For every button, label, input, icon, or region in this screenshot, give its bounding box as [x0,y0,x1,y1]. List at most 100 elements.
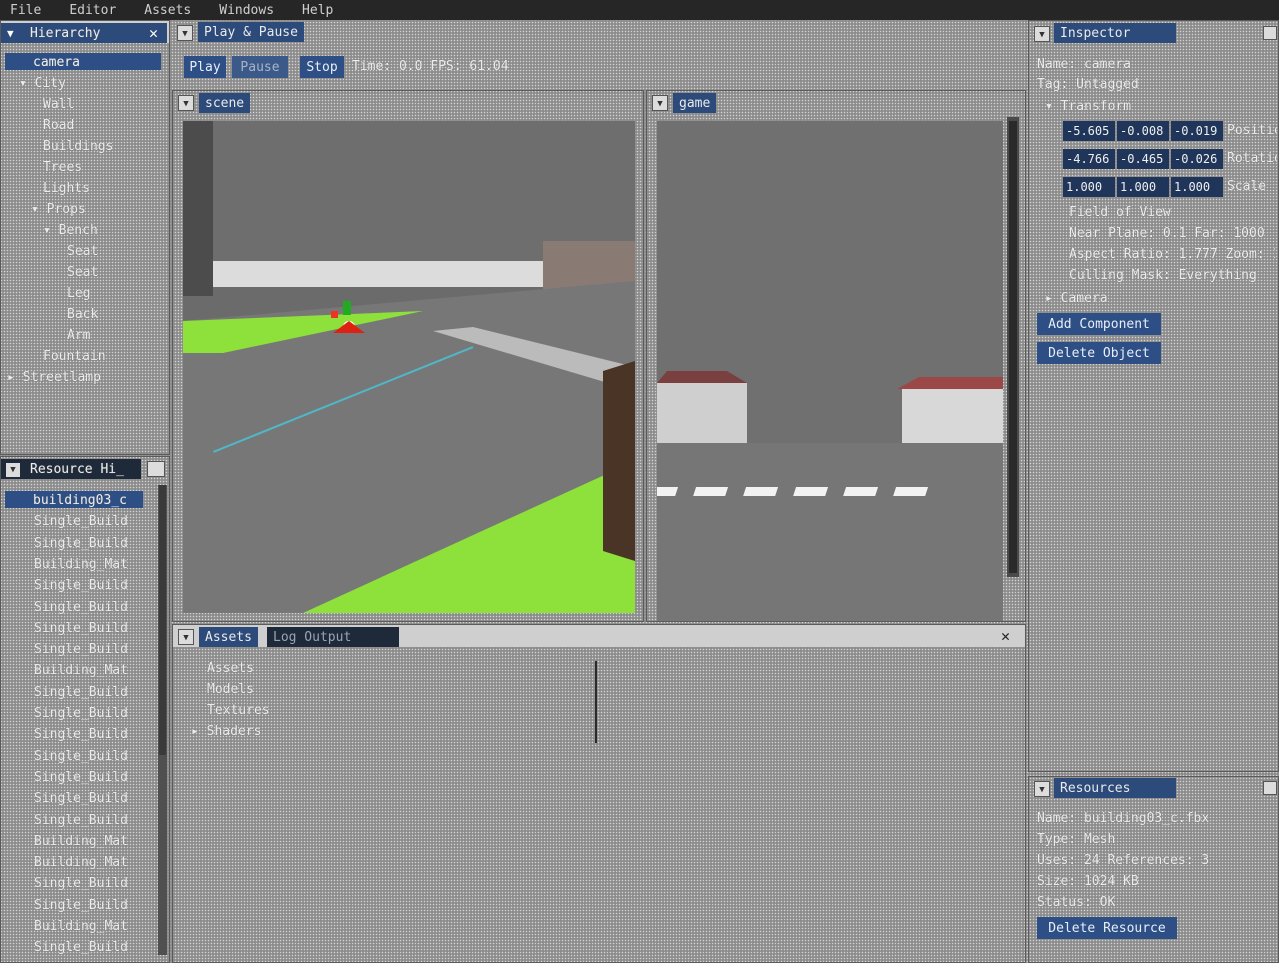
scene-viewport[interactable] [183,121,635,613]
chevron-down-icon[interactable]: ▾ [19,76,35,91]
log-output-tab[interactable]: Log Output [267,627,399,647]
resource-item[interactable]: Building_Mat [34,834,146,849]
hierarchy-item[interactable]: Leg [67,286,90,301]
collapse-arrow-icon[interactable]: ▼ [1034,781,1050,797]
transform-value-field[interactable]: 1.000 [1063,177,1115,197]
hierarchy-item[interactable]: ▾ City [19,76,66,91]
collapse-arrow-icon[interactable]: ▼ [652,95,668,111]
resource-item[interactable]: Single_Build [34,749,146,764]
resource-item[interactable]: Single_Build [34,791,146,806]
window-toggle-icon[interactable] [147,461,165,477]
collapse-arrow-icon[interactable]: ▼ [6,463,20,477]
hierarchy-item[interactable]: Road [43,118,74,133]
game-tab[interactable]: game [673,93,717,113]
add-component-button[interactable]: Add Component [1037,313,1161,335]
resource-item[interactable]: building03_c [33,493,145,508]
assets-panel: ▼ Assets Log Output ✕ Assets Models Textur… [172,624,1026,963]
resource-scrollbar[interactable] [158,485,167,955]
resource-item[interactable]: Single_Build [34,706,146,721]
game-viewport[interactable] [657,121,1003,621]
assets-divider[interactable] [595,661,597,743]
game-scrollbar[interactable] [1007,117,1019,577]
window-toggle-icon[interactable] [1263,26,1277,40]
resource-item[interactable]: Building_Mat [34,557,146,572]
hierarchy-item[interactable]: Seat [67,244,98,259]
asset-tree-item[interactable]: Models [207,682,254,697]
hierarchy-item[interactable]: ▾ Props [31,202,86,217]
hierarchy-item-label: camera [33,55,80,70]
resource-item[interactable]: Single_Build [34,600,146,615]
resource-item[interactable]: Single_Build [34,898,146,913]
resource-hierarchy-panel: ▼ Resource Hi_ building03_c Single_Build S… [0,456,170,963]
transform-value-field[interactable]: -5.605 [1063,121,1115,141]
resource-scrollbar-thumb[interactable] [159,485,166,755]
menu-editor[interactable]: Editor [69,3,116,18]
resource-item[interactable]: Single_Build [34,536,146,551]
resource-item[interactable]: Single_Build [34,685,146,700]
hierarchy-item[interactable]: Wall [43,97,74,112]
play-button[interactable]: Play [184,56,226,78]
close-icon[interactable]: ✕ [149,24,158,42]
delete-resource-button[interactable]: Delete Resource [1037,917,1177,939]
hierarchy-item[interactable]: Fountain [43,349,106,364]
transform-value-field[interactable]: -0.019 [1171,121,1223,141]
collapse-arrow-icon[interactable]: ▼ [1034,26,1050,42]
collapse-arrow-icon[interactable]: ▼ [177,25,193,41]
resource-item[interactable]: Single_Build [34,578,146,593]
resource-item[interactable]: Building_Mat [34,919,146,934]
resource-item[interactable]: Single_Build [34,876,146,891]
game-scrollbar-thumb[interactable] [1009,121,1017,573]
resource-item[interactable]: Single_Build [34,940,146,955]
resources-tab[interactable]: Resources [1054,778,1176,798]
window-toggle-icon[interactable] [1263,781,1277,795]
stop-button[interactable]: Stop [300,56,344,78]
hierarchy-item[interactable]: Trees [43,160,82,175]
transform-header[interactable]: ▾ Transform [1045,99,1131,114]
hierarchy-item[interactable]: Back [67,307,98,322]
menu-windows[interactable]: Windows [219,3,274,18]
delete-object-button[interactable]: Delete Object [1037,342,1161,364]
hierarchy-item[interactable]: camera [33,55,80,70]
scene-tab[interactable]: scene [199,93,251,113]
collapse-arrow-icon[interactable]: ▼ [7,27,14,40]
transform-value-field[interactable]: 1.000 [1117,177,1169,197]
pause-button[interactable]: Pause [232,56,288,78]
resource-item[interactable]: Single_Build [34,621,146,636]
hierarchy-item[interactable]: ▾ Bench [43,223,98,238]
assets-tab[interactable]: Assets [199,627,258,647]
collapse-arrow-icon[interactable]: ▼ [178,629,194,645]
transform-value-field[interactable]: -0.465 [1117,149,1169,169]
transform-value-field[interactable]: -0.008 [1117,121,1169,141]
hierarchy-item[interactable]: Lights [43,181,90,196]
transform-value-field[interactable]: 1.000 [1171,177,1223,197]
transform-value-field[interactable]: -4.766 [1063,149,1115,169]
camera-header[interactable]: ▸ Camera [1045,291,1108,306]
resource-item[interactable]: Single_Build [34,514,146,529]
resource-item[interactable]: Single_Build [34,813,146,828]
hierarchy-item[interactable]: Buildings [43,139,113,154]
resource-item[interactable]: Single_Build [34,770,146,785]
play-pause-tab[interactable]: Play & Pause [198,22,304,42]
resource-item[interactable]: Single_Build [34,642,146,657]
chevron-down-icon[interactable]: ▾ [43,223,59,238]
hierarchy-item[interactable]: Seat [67,265,98,280]
hierarchy-item[interactable]: Arm [67,328,90,343]
hierarchy-item-label: Fountain [43,349,106,364]
close-icon[interactable]: ✕ [1001,627,1010,645]
resource-item[interactable]: Building_Mat [34,663,146,678]
hierarchy-item[interactable]: ▸ Streetlamp [7,370,101,385]
transform-value-field[interactable]: -0.026 [1171,149,1223,169]
inspector-tab[interactable]: Inspector [1054,23,1176,43]
chevron-down-icon[interactable]: ▾ [31,202,47,217]
resource-item[interactable]: Single_Build [34,727,146,742]
chevron-right-icon[interactable]: ▸ [7,370,23,385]
collapse-arrow-icon[interactable]: ▼ [178,95,194,111]
asset-tree-item[interactable]: Textures [207,703,270,718]
asset-tree-item[interactable]: Assets [207,661,254,676]
menu-file[interactable]: File [10,3,41,18]
menu-assets[interactable]: Assets [144,3,191,18]
chevron-right-icon[interactable]: ▸ [191,724,207,739]
asset-tree-item[interactable]: ▸ Shaders [191,724,261,739]
menu-help[interactable]: Help [302,3,333,18]
resource-item[interactable]: Building_Mat [34,855,146,870]
